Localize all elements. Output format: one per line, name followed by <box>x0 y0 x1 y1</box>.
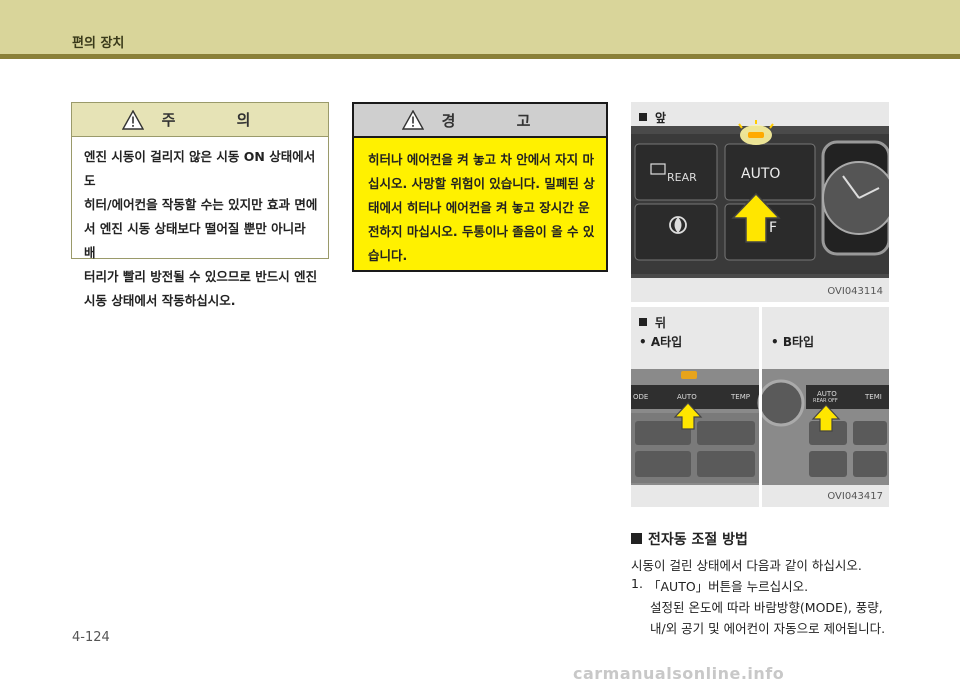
rear-panel-photo: 뒤 • A타입 • B타입 ODE AUTO TEMP AUTO REAR OF… <box>631 307 889 507</box>
page-header-title: 편의 장치 <box>72 36 125 51</box>
a-temp-label: TEMP <box>731 393 750 401</box>
header-rule <box>0 54 960 59</box>
caution-header: 주 의 <box>72 103 328 137</box>
a-mode-label: ODE <box>633 393 649 401</box>
f-button-label: F <box>769 220 778 236</box>
section-intro: 시동이 걸린 상태에서 다음과 같이 하십시오. <box>631 558 862 573</box>
warning-triangle-icon <box>401 110 424 130</box>
caution-line: 터리가 빨리 방전될 수 있으므로 반드시 엔진 <box>84 269 318 284</box>
auto-button-label: AUTO <box>741 166 781 182</box>
step-text: 「AUTO」버튼을 누르십시오. <box>648 579 809 594</box>
caution-title: 주 의 <box>161 111 279 129</box>
square-bullet-icon <box>639 318 647 326</box>
b-temp-label: TEMI <box>865 393 882 401</box>
step-detail: 설정된 온도에 따라 바람방향(MODE), 풍량, <box>650 600 883 615</box>
photo-divider <box>759 307 762 507</box>
warning-line: 히터나 에어컨을 켜 놓고 차 안에서 자지 마 <box>368 152 594 167</box>
type-b-label: • B타입 <box>771 335 815 349</box>
front-photo-code: OVI043114 <box>827 286 883 297</box>
step-number: 1. <box>631 576 643 591</box>
square-bullet-icon <box>639 113 647 121</box>
front-panel-illustration <box>631 102 889 302</box>
a-auto-label: AUTO <box>677 393 697 401</box>
caution-line: 히터/에어컨을 작동할 수는 있지만 효과 면에 <box>84 197 318 212</box>
caution-line: 엔진 시동이 걸리지 않은 시동 ON 상태에서도 <box>84 149 316 188</box>
warning-triangle-icon <box>121 109 144 130</box>
rear-photo-code: OVI043417 <box>827 491 883 502</box>
type-a-label: • A타입 <box>639 335 683 349</box>
warning-line: 습니다. <box>368 248 408 263</box>
watermark: carmanualsonline.info <box>573 664 785 683</box>
warning-line: 전하지 마십시오. 두통이나 졸음이 올 수 있 <box>368 224 595 239</box>
warning-line: 십시오. 사망할 위험이 있습니다. 밀폐된 상 <box>368 176 595 191</box>
section-title: 전자동 조절 방법 <box>631 529 748 549</box>
b-rear-off-label: REAR OFF <box>813 398 838 404</box>
warning-line: 태에서 히터나 에어컨을 켜 놓고 장시간 운 <box>368 200 590 215</box>
caution-line: 시동 상태에서 작동하십시오. <box>84 293 236 308</box>
rear-panel-label: 뒤 <box>639 314 666 331</box>
caution-box: 주 의 엔진 시동이 걸리지 않은 시동 ON 상태에서도 히터/에어컨을 작동… <box>71 102 329 308</box>
page-number: 4-124 <box>72 630 110 645</box>
front-panel-label: 앞 <box>639 109 666 126</box>
warning-box: 경 고 히터나 에어컨을 켜 놓고 차 안에서 자지 마 십시오. 사망할 위험… <box>352 102 608 272</box>
warning-text: 히터나 에어컨을 켜 놓고 차 안에서 자지 마 십시오. 사망할 위험이 있습… <box>354 138 606 268</box>
warning-header: 경 고 <box>354 104 606 138</box>
b-auto-label: AUTO <box>817 390 837 398</box>
header-band <box>0 0 960 54</box>
warning-title: 경 고 <box>441 111 559 130</box>
front-panel-photo: 앞 REAR AUTO F OVI043114 <box>631 102 889 302</box>
rear-defrost-label: REAR <box>667 171 697 184</box>
square-bullet-icon <box>631 533 642 544</box>
caution-line: 서 엔진 시동 상태보다 떨어질 뿐만 아니라 배 <box>84 221 306 260</box>
caution-text: 엔진 시동이 걸리지 않은 시동 ON 상태에서도 히터/에어컨을 작동할 수는… <box>72 137 328 313</box>
step-detail: 내/외 공기 및 에어컨이 자동으로 제어됩니다. <box>650 621 886 636</box>
